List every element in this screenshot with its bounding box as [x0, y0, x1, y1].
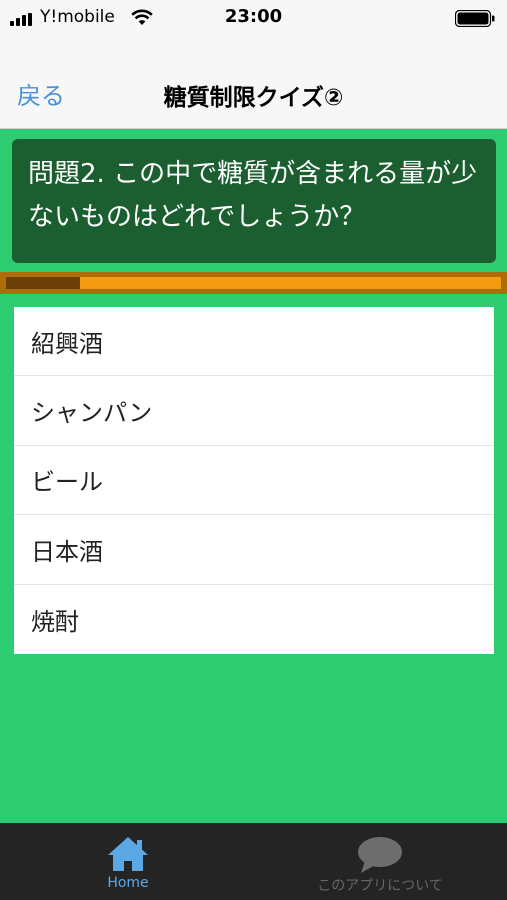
tab-home[interactable]: Home [78, 823, 178, 900]
answer-choice-2[interactable]: シャンパン [14, 376, 494, 446]
answer-choice-5[interactable]: 焼酎 [14, 585, 494, 654]
progress-bar [0, 272, 507, 294]
tab-bar: Home このアプリについて [0, 823, 507, 900]
chat-bubble-icon [358, 837, 402, 873]
status-bar: Y!mobile 23:00 [0, 0, 507, 36]
battery-icon [455, 10, 495, 27]
progress-fill [6, 277, 81, 289]
answer-choice-4[interactable]: 日本酒 [14, 515, 494, 585]
question-box: 問題2. この中で糖質が含まれる量が少ないものはどれでしょうか？ [12, 139, 496, 263]
tab-about-app[interactable]: このアプリについて [290, 823, 470, 900]
tab-home-label: Home [107, 875, 149, 891]
progress-track [6, 277, 501, 289]
answer-choice-list: 紹興酒 シャンパン ビール 日本酒 焼酎 [14, 307, 494, 654]
home-icon [108, 837, 148, 871]
answer-choice-3[interactable]: ビール [14, 446, 494, 516]
status-time: 23:00 [224, 6, 283, 27]
tab-about-label: このアプリについて [317, 878, 443, 894]
page-title: 糖質制限クイズ② [163, 85, 344, 111]
answer-choice-1[interactable]: 紹興酒 [14, 307, 494, 377]
navigation-bar: 戻る 糖質制限クイズ② [0, 36, 507, 129]
question-text: 問題2. この中で糖質が含まれる量が少ないものはどれでしょうか？ [28, 159, 478, 232]
